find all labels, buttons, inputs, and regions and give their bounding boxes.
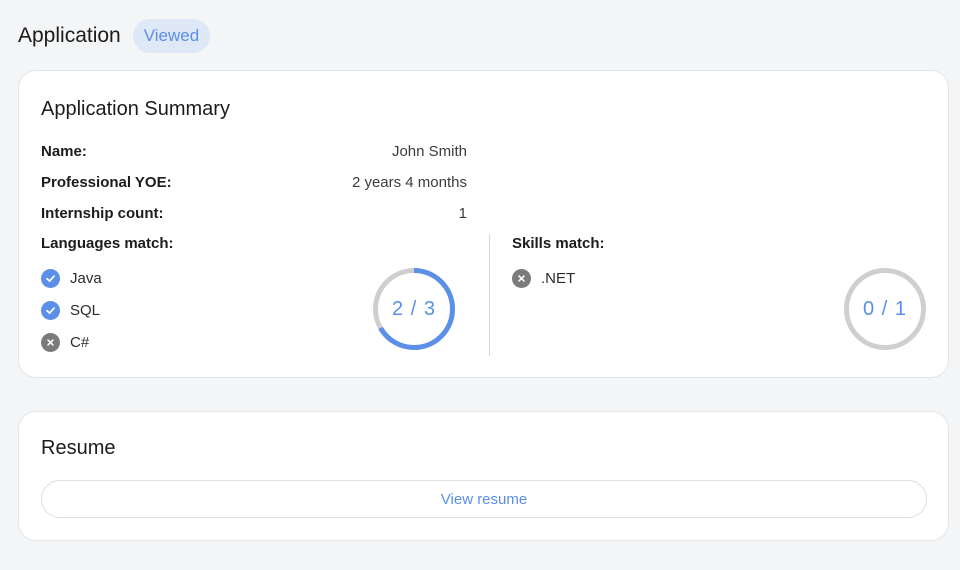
page-title: Application [18,24,121,47]
section-divider [489,234,490,356]
internship-row: Internship count: 1 [41,203,467,223]
name-value: John Smith [391,142,467,160]
language-item-sql: SQL [41,294,102,326]
name-label: Name: [41,142,87,160]
languages-list: Java SQL C# [41,262,102,358]
name-row: Name: John Smith [41,141,467,161]
skills-progress-ring: 0 / 1 [842,266,928,352]
x-icon [41,332,60,352]
check-icon [41,268,60,288]
languages-match-label: Languages match: [41,235,174,252]
language-item-java: Java [41,262,102,294]
language-name: Java [70,269,102,287]
languages-score: 2 / 3 [392,297,436,320]
yoe-label: Professional YOE: [41,173,172,191]
skills-score: 0 / 1 [863,297,907,320]
check-icon [41,300,60,320]
skills-list: .NET [512,262,575,294]
status-badge: Viewed [132,19,211,53]
language-name: SQL [70,301,101,319]
internship-label: Internship count: [41,204,164,222]
resume-title: Resume [41,437,116,459]
page-header: Application Viewed [18,19,211,53]
skill-name: .NET [541,269,576,287]
internship-value: 1 [458,204,467,222]
language-name: C# [70,333,90,351]
yoe-value: 2 years 4 months [351,173,467,191]
skills-match-label: Skills match: [512,235,605,252]
yoe-row: Professional YOE: 2 years 4 months [41,172,467,192]
application-summary-card: Application Summary Name: John Smith Pro… [18,70,949,378]
view-resume-button[interactable]: View resume [41,480,927,518]
languages-progress-ring: 2 / 3 [371,266,457,352]
language-item-csharp: C# [41,326,102,358]
x-icon [512,268,531,288]
skill-item-dotnet: .NET [512,262,575,294]
summary-title: Application Summary [41,98,230,120]
resume-card: Resume View resume [18,411,949,541]
